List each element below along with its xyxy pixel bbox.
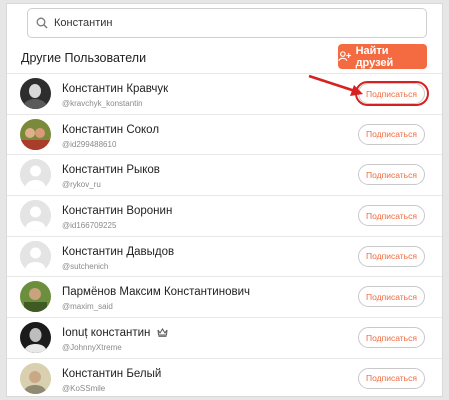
list-item: Пармёнов Максим Константинович @maxim_sa… — [7, 276, 442, 317]
search-input[interactable] — [54, 17, 414, 29]
subscribe-button[interactable]: Подписаться — [358, 367, 425, 389]
user-handle: @id299488610 — [62, 139, 117, 149]
list-item: Константин Воронин @id166709225 Подписат… — [7, 195, 442, 236]
user-name[interactable]: Константин Кравчук — [62, 83, 168, 95]
user-name-text: Ionuț константин — [62, 327, 151, 340]
avatar[interactable] — [20, 159, 51, 191]
user-handle: @rykov_ru — [62, 180, 101, 190]
user-handle: @maxim_said — [62, 302, 113, 312]
subscribe-button[interactable]: Подписаться — [358, 123, 425, 145]
section-title: Другие Пользователи — [21, 51, 147, 65]
user-name[interactable]: Константин Белый — [62, 368, 161, 380]
user-handle: @id166709225 — [62, 221, 117, 231]
user-name[interactable]: Ionuț константин — [62, 327, 168, 339]
find-friends-label: Найти друзей — [355, 44, 394, 69]
user-handle: @kravchyk_konstantin — [62, 99, 143, 108]
avatar[interactable] — [20, 281, 51, 313]
list-item: Константин Белый @KoSSmile Подписаться — [7, 357, 442, 399]
find-friends-button[interactable]: Найти друзей — [338, 44, 427, 69]
subscribe-button[interactable]: Подписаться — [358, 164, 425, 186]
subscribe-button[interactable]: Подписаться — [358, 327, 425, 349]
subscribe-button[interactable]: Подписаться — [358, 83, 425, 104]
user-handle: @JohnnyXtreme — [62, 343, 122, 353]
avatar[interactable] — [20, 322, 51, 354]
avatar[interactable] — [20, 240, 51, 272]
list-item: Ionuț константин @JohnnyXtreme Подписать… — [7, 317, 442, 358]
users-panel: Другие Пользователи Найти друзей Констан… — [6, 3, 443, 397]
add-user-icon — [338, 51, 352, 62]
search-icon — [36, 17, 48, 29]
pointer-arrow-icon — [308, 74, 363, 96]
avatar[interactable] — [20, 362, 51, 394]
user-name[interactable]: Константин Сокол — [62, 124, 159, 136]
list-item: Константин Давыдов @sutchenich Подписать… — [7, 235, 442, 277]
list-item: Константин Рыков @rykov_ru Подписаться — [7, 154, 442, 195]
search-box[interactable] — [27, 8, 427, 38]
user-handle: @sutchenich — [62, 261, 109, 271]
avatar[interactable] — [20, 200, 51, 232]
subscribe-button[interactable]: Подписаться — [358, 245, 425, 267]
list-item: Константин Кравчук @kravchyk_konstantin … — [7, 73, 442, 114]
user-handle: @KoSSmile — [62, 383, 106, 393]
avatar[interactable] — [20, 78, 51, 109]
user-name[interactable]: Константин Давыдов — [62, 246, 174, 258]
user-name[interactable]: Константин Воронин — [62, 205, 172, 217]
avatar[interactable] — [20, 118, 51, 150]
subscribe-button[interactable]: Подписаться — [358, 205, 425, 227]
user-name[interactable]: Пармёнов Максим Константинович — [62, 286, 250, 298]
user-name[interactable]: Константин Рыков — [62, 164, 160, 176]
user-list: Константин Кравчук @kravchyk_konstantin … — [7, 73, 442, 399]
crown-icon — [157, 328, 168, 337]
list-item: Константин Сокол @id299488610 Подписатьс… — [7, 113, 442, 155]
subscribe-button[interactable]: Подписаться — [358, 286, 425, 308]
